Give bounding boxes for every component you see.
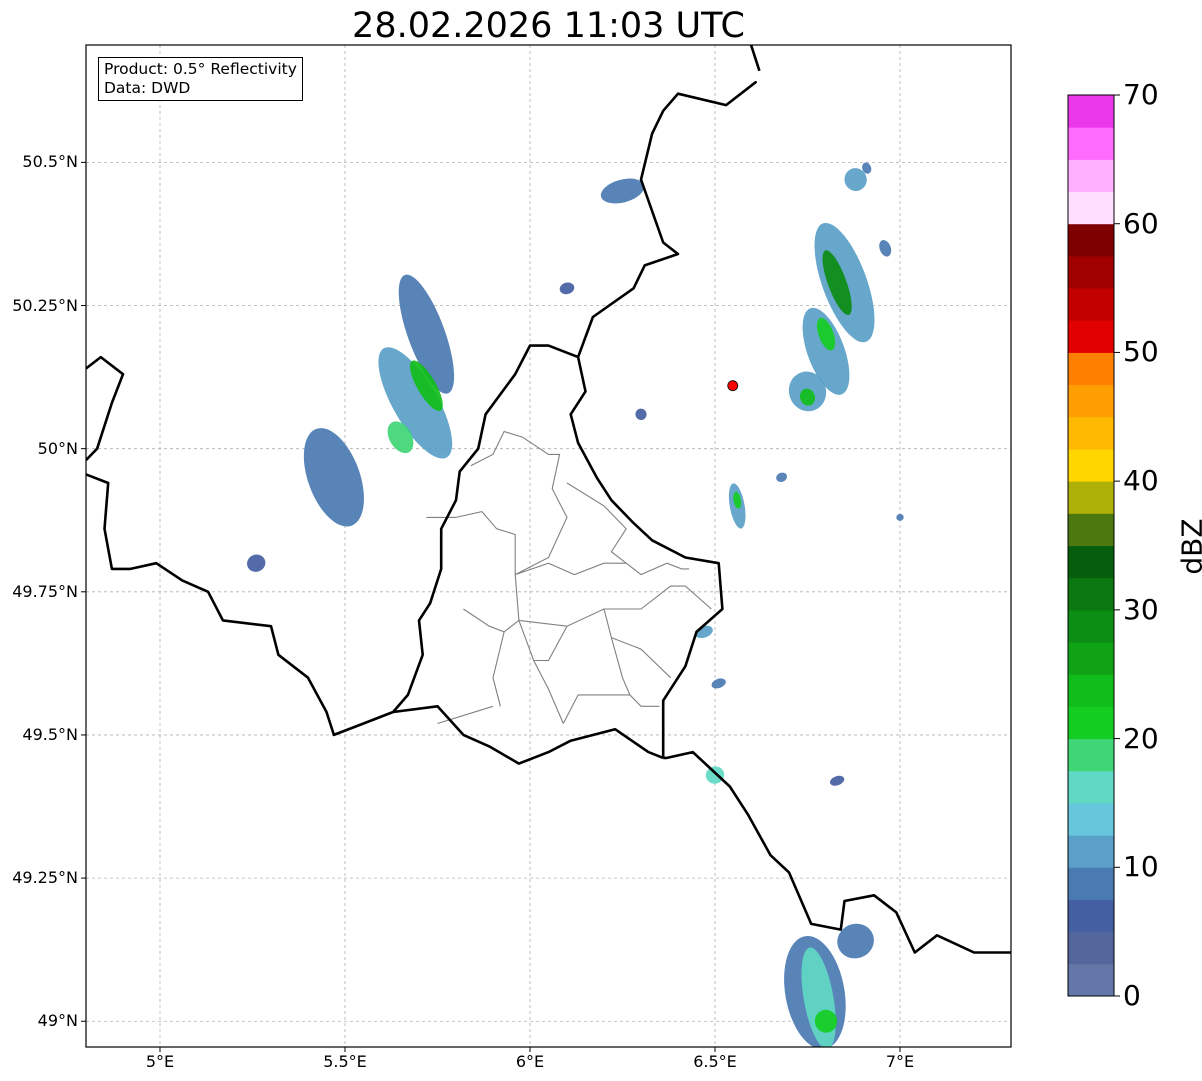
colorbar-segment	[1068, 706, 1114, 740]
lat-tick-label: 50°N	[37, 438, 78, 458]
echo-cell	[247, 554, 266, 572]
country-border-line	[86, 473, 664, 765]
lon-tick-label: 7°E	[885, 1052, 915, 1071]
colorbar-segment	[1068, 416, 1114, 450]
colorbar-segment	[1068, 867, 1114, 900]
colorbar-segment	[1068, 127, 1114, 160]
colorbar-segment	[1068, 159, 1114, 193]
colorbar-tick-label: 60	[1123, 206, 1159, 240]
colorbar-segment	[1068, 545, 1114, 579]
colorbar-segment	[1068, 738, 1114, 772]
radar-site-layer	[727, 380, 739, 392]
data-source-line: Data: DWD	[104, 79, 191, 97]
district-line	[533, 625, 568, 662]
country-border-line	[749, 45, 761, 72]
district-line	[492, 631, 505, 707]
lat-tick-label: 49°N	[37, 1011, 78, 1031]
colorbar-unit-label: dBZ	[1175, 518, 1202, 575]
colorbar-segment	[1068, 642, 1114, 675]
colorbar-segment	[1068, 577, 1114, 611]
district-line	[518, 620, 564, 724]
colorbar-segment	[1068, 674, 1114, 707]
map-figure	[81, 44, 1120, 1052]
echo-cell	[559, 282, 575, 295]
colorbar-segment	[1068, 320, 1114, 353]
district-line	[463, 574, 520, 633]
echo-cell	[837, 923, 874, 959]
colorbar-segment	[1068, 352, 1114, 386]
colorbar-segment	[1068, 191, 1114, 225]
colorbar-segment	[1068, 802, 1114, 836]
colorbar-tick-label: 20	[1123, 721, 1159, 755]
district-borders	[426, 430, 712, 725]
colorbar-segment	[1068, 899, 1114, 933]
district-line	[603, 608, 671, 679]
colorbar-segment	[1068, 931, 1114, 965]
colorbar-tick-label: 50	[1123, 335, 1159, 369]
colorbar-tick-label: 40	[1123, 464, 1159, 498]
district-line	[470, 430, 568, 576]
echo-cell	[705, 766, 725, 784]
echo-cell	[600, 178, 645, 204]
colorbar	[1067, 94, 1120, 997]
colorbar-tick-label: 0	[1123, 979, 1141, 1012]
product-info-box: Product: 0.5° Reflectivity Data: DWD	[98, 57, 303, 101]
lon-tick-label: 5°E	[145, 1052, 175, 1071]
echo-cell	[879, 239, 892, 257]
colorbar-segment	[1068, 835, 1114, 868]
colorbar-segment	[1068, 963, 1114, 997]
country-border-line	[569, 80, 758, 758]
colorbar-segment	[1068, 95, 1114, 128]
axis-ticks	[81, 161, 901, 1052]
echo-cell	[711, 678, 726, 689]
echo-cell	[303, 428, 364, 527]
reflectivity-echoes	[247, 162, 904, 1047]
colorbar-segment	[1068, 609, 1114, 643]
echo-cell	[635, 408, 647, 421]
product-line: Product: 0.5° Reflectivity	[104, 60, 297, 78]
colorbar-segment	[1068, 513, 1114, 546]
echo-cell	[829, 775, 845, 786]
lat-tick-label: 49.5°N	[22, 724, 78, 744]
country-borders	[86, 45, 1011, 954]
radar-site-marker	[727, 380, 739, 392]
lat-tick-label: 50.5°N	[22, 152, 78, 172]
colorbar-segment	[1068, 288, 1114, 321]
colorbar-segment	[1068, 481, 1114, 514]
lon-tick-label: 5.5°E	[323, 1052, 367, 1071]
echo-cell	[896, 513, 904, 521]
district-line	[566, 482, 690, 576]
colorbar-tick-label: 30	[1123, 592, 1159, 626]
colorbar-tick-label: 10	[1123, 850, 1159, 884]
colorbar-segment	[1068, 770, 1114, 804]
district-line	[515, 562, 627, 576]
colorbar-tick-label: 70	[1123, 78, 1159, 111]
colorbar-segment	[1068, 384, 1114, 418]
country-border-line	[86, 355, 125, 462]
district-line	[610, 637, 660, 707]
echo-cell	[776, 472, 788, 482]
lat-tick-label: 50.25°N	[12, 295, 78, 315]
lon-tick-label: 6.5°E	[693, 1052, 737, 1071]
colorbar-segment	[1068, 223, 1114, 257]
district-line	[455, 510, 516, 575]
district-line	[562, 694, 630, 724]
colorbar-segment	[1068, 448, 1114, 482]
lon-tick-label: 6°E	[515, 1052, 545, 1071]
lat-tick-label: 49.25°N	[12, 868, 78, 888]
colorbar-segment	[1068, 255, 1114, 289]
lat-tick-label: 49.75°N	[12, 581, 78, 601]
